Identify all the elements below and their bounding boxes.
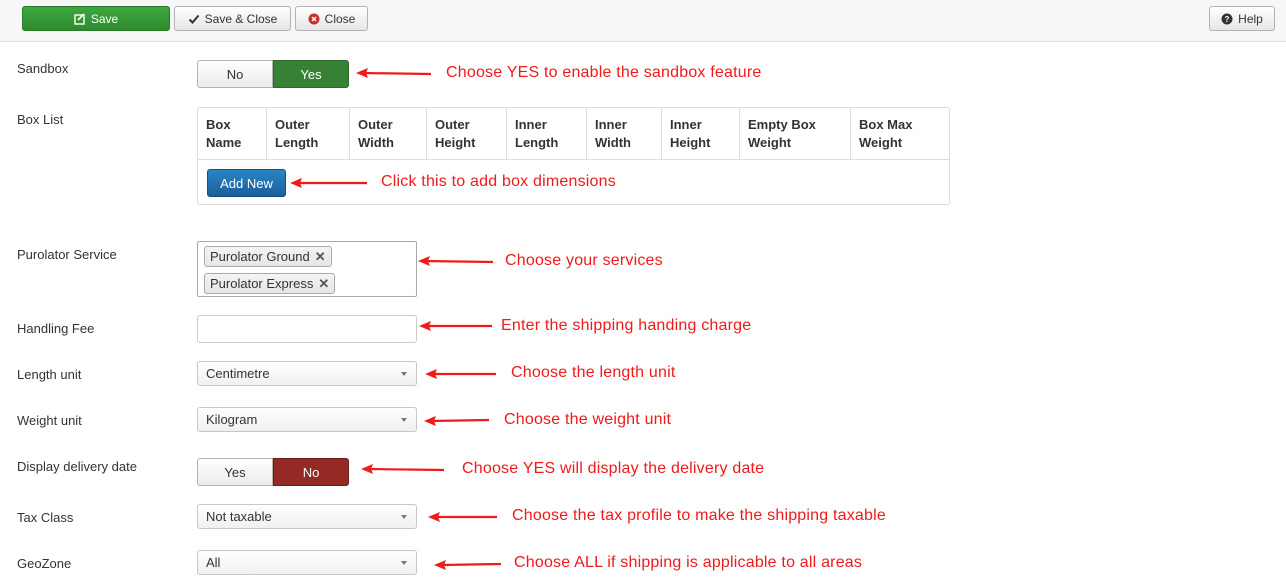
weight-unit-select[interactable]: Kilogram [197, 407, 417, 432]
tax-class-label: Tax Class [17, 510, 74, 525]
save-and-close-label: Save & Close [204, 11, 278, 26]
close-button[interactable]: Close [295, 6, 368, 31]
service-chip-label: Purolator Ground [210, 249, 310, 264]
sandbox-no-option[interactable]: No [197, 60, 273, 88]
service-chip: Purolator Ground ✕ [204, 246, 332, 267]
services-arrow [418, 256, 494, 266]
column-header: Box Max Weight [850, 108, 949, 160]
tax-class-select[interactable]: Not taxable [197, 504, 417, 529]
close-circle-icon [308, 13, 320, 25]
svg-text:?: ? [1225, 15, 1230, 24]
tax-class-arrow [428, 512, 497, 522]
geozone-arrow [434, 560, 502, 570]
chevron-down-icon [401, 515, 407, 519]
column-header: Outer Width [349, 108, 426, 160]
save-button-label: Save [90, 11, 119, 26]
help-button[interactable]: ? Help [1209, 6, 1275, 31]
tax-class-value: Not taxable [206, 509, 272, 524]
box-list-label: Box List [17, 112, 64, 127]
geozone-label: GeoZone [17, 556, 72, 571]
chevron-down-icon [401, 561, 407, 565]
length-unit-label: Length unit [17, 367, 82, 382]
column-header: Inner Height [661, 108, 739, 160]
weight-unit-annotation: Choose the weight unit [504, 411, 672, 428]
toolbar: Save Save & Close Close ? Help [0, 0, 1286, 42]
weight-unit-arrow [424, 416, 490, 426]
question-circle-icon: ? [1221, 13, 1233, 25]
sandbox-arrow [356, 68, 432, 78]
add-new-annotation: Click this to add box dimensions [381, 173, 616, 190]
save-button[interactable]: Save [22, 6, 170, 31]
add-new-arrow [290, 178, 367, 188]
geozone-select[interactable]: All [197, 550, 417, 575]
delivery-date-annotation: Choose YES will display the delivery dat… [462, 460, 765, 477]
edit-square-icon [74, 12, 86, 25]
checkmark-icon [188, 13, 200, 25]
length-unit-select[interactable]: Centimetre [197, 361, 417, 386]
service-chip: Purolator Express ✕ [204, 273, 336, 294]
handling-fee-label: Handling Fee [17, 321, 95, 336]
column-header: Empty Box Weight [739, 108, 850, 160]
chevron-down-icon [401, 372, 407, 376]
tax-class-annotation: Choose the tax profile to make the shipp… [512, 507, 886, 524]
column-header: Outer Height [426, 108, 506, 160]
display-delivery-date-label: Display delivery date [17, 459, 137, 474]
length-unit-arrow [425, 369, 496, 379]
close-button-label: Close [324, 11, 356, 26]
column-header: Box Name [206, 117, 242, 150]
weight-unit-label: Weight unit [17, 413, 82, 428]
column-header: Inner Width [586, 108, 661, 160]
weight-unit-value: Kilogram [206, 412, 258, 427]
help-button-label: Help [1238, 11, 1263, 26]
sandbox-annotation: Choose YES to enable the sandbox feature [446, 64, 762, 81]
delivery-date-no-option[interactable]: No [273, 458, 349, 486]
box-list-header: Box Name Outer Length Outer Width Outer Heig… [198, 108, 949, 160]
save-and-close-button[interactable]: Save & Close [174, 6, 291, 31]
add-new-button[interactable]: Add New [207, 169, 286, 197]
delivery-date-arrow [361, 464, 445, 474]
sandbox-toggle: No Yes [197, 60, 349, 88]
length-unit-annotation: Choose the length unit [511, 364, 676, 381]
geozone-value: All [206, 555, 221, 570]
handling-fee-arrow [419, 321, 492, 331]
service-chip-label: Purolator Express [210, 276, 314, 291]
delivery-date-yes-option[interactable]: Yes [197, 458, 273, 486]
handling-fee-input[interactable] [197, 315, 417, 343]
remove-icon[interactable]: ✕ [318, 276, 329, 292]
length-unit-value: Centimetre [206, 366, 270, 381]
delivery-date-toggle: Yes No [197, 458, 349, 486]
chevron-down-icon [401, 418, 407, 422]
purolator-service-label: Purolator Service [17, 247, 117, 262]
sandbox-yes-option[interactable]: Yes [273, 60, 349, 88]
purolator-service-multiselect[interactable]: Purolator Ground ✕ Purolator Express ✕ [197, 241, 417, 297]
sandbox-label: Sandbox [17, 61, 69, 76]
remove-icon[interactable]: ✕ [315, 249, 326, 265]
column-header: Inner Length [506, 108, 586, 160]
handling-fee-annotation: Enter the shipping handing charge [501, 317, 752, 334]
services-annotation: Choose your services [505, 252, 663, 269]
column-header: Outer Length [266, 108, 349, 160]
geozone-annotation: Choose ALL if shipping is applicable to … [514, 554, 863, 571]
